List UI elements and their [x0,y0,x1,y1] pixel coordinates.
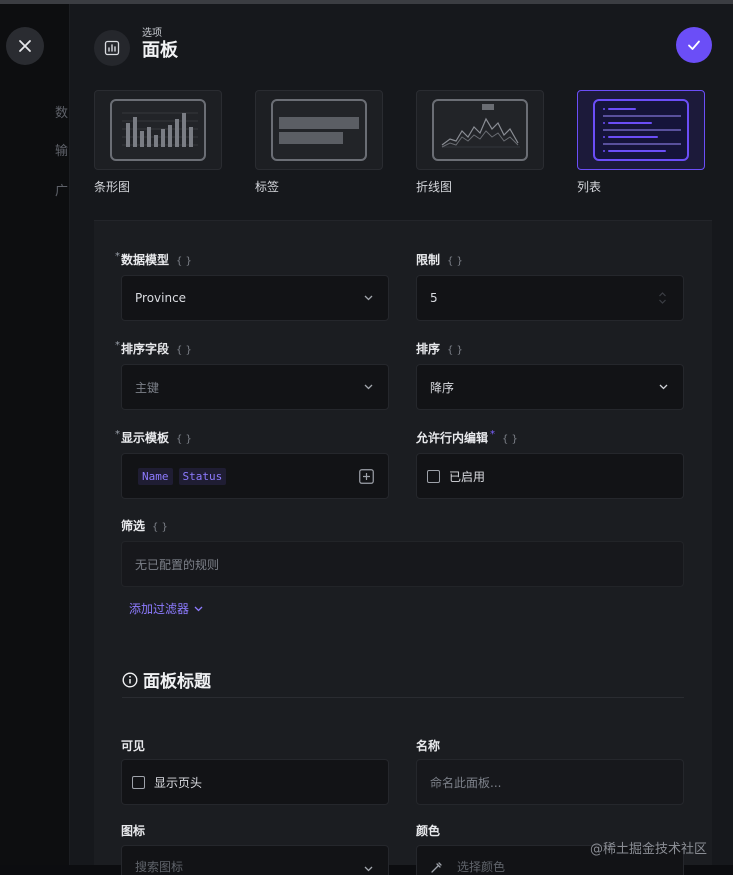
variable-icon: { } [447,345,463,356]
close-icon [19,40,31,52]
sort-label: 排序{ } [416,342,463,356]
chart-icon [104,40,120,56]
viz-option-bar-chart[interactable] [94,90,222,170]
section-divider [122,697,684,698]
confirm-button[interactable] [676,27,712,63]
limit-input[interactable]: 5 [416,275,684,321]
visible-label: 可见 [121,739,146,753]
show-header-field[interactable]: 显示页头 [121,759,389,805]
icon-label: 图标 [121,824,146,838]
sort-field-select[interactable]: 主键 [121,364,389,410]
variable-icon: { } [502,434,518,445]
display-template-label: *显示模板{ } [115,429,192,445]
inline-edit-field[interactable]: 已启用 [416,453,684,499]
chevron-down-icon [364,295,373,301]
filter-label: 筛选{ } [121,519,168,533]
variable-icon: { } [176,434,192,445]
stepper-icon[interactable] [658,290,667,306]
bar-chart-thumbnail [110,99,206,161]
background-page: 数 输 广 [0,4,70,865]
data-model-label: *数据模型{ } [115,251,192,267]
viz-label: 折线图 [416,180,453,194]
viz-option-tag[interactable] [255,90,383,170]
icon-select[interactable]: 搜索图标 [121,845,389,875]
color-label: 颜色 [416,824,441,838]
chevron-down-icon [194,606,203,612]
checkbox-label: 已启用 [449,469,486,484]
background-text: 输 [55,144,69,159]
limit-label: 限制{ } [416,253,463,267]
close-button[interactable] [6,27,44,65]
panel-type-icon [94,30,130,66]
line-chart-thumbnail [432,99,528,161]
show-header-checkbox[interactable] [132,775,145,789]
template-tag[interactable]: Name [138,467,173,485]
watermark: @稀土掘金技术社区 [590,842,708,857]
variable-icon: { } [152,522,168,533]
info-icon [122,671,138,688]
background-text: 广 [55,184,69,199]
background-text: 数 [55,106,69,121]
viz-option-list[interactable] [577,90,705,170]
template-tag[interactable]: Status [178,467,227,485]
page-title: 面板 [142,40,178,61]
panel-settings-form: *数据模型{ } Province 限制{ } 5 *排序字段{ } 主键 排序… [94,220,712,875]
name-label: 名称 [416,739,441,753]
variable-icon: { } [447,256,463,267]
panel-name-input[interactable]: 命名此面板... [416,759,684,805]
sort-select[interactable]: 降序 [416,364,684,410]
sort-field-label: *排序字段{ } [115,340,192,356]
filter-rules-box: 无已配置的规则 [121,541,684,587]
viz-option-line-chart[interactable] [416,90,544,170]
checkbox-label: 显示页头 [154,775,203,790]
viz-label: 标签 [255,180,280,194]
add-filter-button[interactable]: 添加过滤器 [129,600,204,617]
list-thumbnail [593,99,689,161]
viz-label: 条形图 [94,180,131,194]
display-template-input[interactable]: Name Status [121,453,389,499]
inline-edit-checkbox[interactable] [427,469,440,483]
panel-editor: 选项 面板 条形图 标签 折线图 列表 *数据模型 {} Province 限… [70,4,733,875]
eyedropper-icon[interactable] [430,861,443,874]
chevron-down-icon [364,384,373,390]
add-field-icon[interactable] [359,469,374,484]
chevron-down-icon [659,384,668,390]
inline-edit-label: 允许行内编辑 *{ } [416,429,518,445]
section-title: 面板标题 [122,667,211,692]
check-icon [688,40,700,50]
variable-icon: { } [176,345,192,356]
viz-label: 列表 [577,180,602,194]
variable-icon: { } [176,256,192,267]
tag-thumbnail [271,99,367,161]
data-model-select[interactable]: Province [121,275,389,321]
